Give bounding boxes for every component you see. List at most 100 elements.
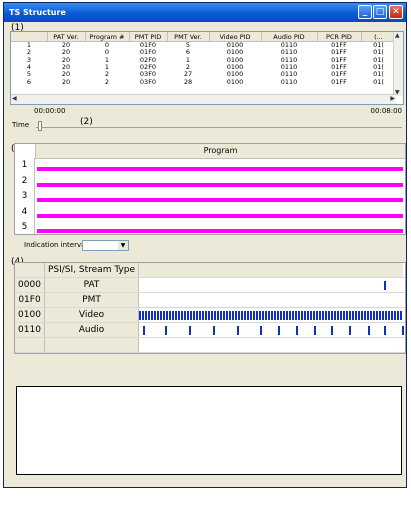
program-row[interactable]: 2 — [15, 173, 405, 190]
pid-table-header-6[interactable]: Audio PID — [261, 32, 318, 42]
stream-pid — [15, 338, 45, 352]
program-timeline-bar — [37, 229, 403, 233]
packet-tick — [349, 326, 351, 335]
pid-table-header-3[interactable]: PMT PID — [129, 32, 168, 42]
pid-table-header-2[interactable]: Program # — [85, 32, 130, 42]
stream-panel: PSI/SI, Stream Type 0000 PAT 01F0 PMT 0100 Vi… — [14, 262, 406, 354]
stream-row[interactable]: 0000 PAT — [15, 278, 405, 293]
packet-tick — [331, 326, 333, 335]
timeline-header-cell — [139, 263, 403, 277]
indication-interval-select[interactable]: ▼ — [82, 240, 129, 251]
program-number: 5 — [15, 220, 35, 236]
packet-tick — [296, 326, 298, 335]
pid-table-header-0[interactable] — [11, 32, 48, 42]
table-cell: 01( — [373, 77, 384, 86]
time-area: 00:00:00 00:08:00 Time (2) — [10, 107, 404, 143]
program-row[interactable]: 3 — [15, 189, 405, 205]
time-slider-track[interactable] — [36, 127, 402, 128]
minimize-button[interactable]: _ — [358, 5, 372, 19]
window-title: TS Structure — [9, 8, 66, 17]
stream-pid: 0100 — [15, 308, 45, 322]
program-number: 1 — [15, 158, 35, 174]
pid-table-header-4[interactable]: PMT Ver. — [167, 32, 210, 42]
ts-structure-window: TS Structure _ □ ✕ (1) PAT Ver. Program #… — [3, 2, 407, 488]
stream-type — [45, 338, 139, 352]
packet-tick — [143, 326, 145, 335]
packet-tick — [213, 326, 215, 335]
scroll-up-icon[interactable]: ▲ — [395, 32, 400, 39]
stream-type-header: PSI/SI, Stream Type — [45, 263, 139, 277]
program-row[interactable]: 5 — [15, 220, 405, 236]
program-panel: Program 12345 — [14, 143, 406, 236]
program-number: 3 — [15, 189, 35, 205]
program-timeline-bar — [37, 167, 403, 171]
stream-row[interactable]: 01F0 PMT — [15, 293, 405, 308]
program-timeline-bar — [37, 182, 403, 187]
stream-timeline — [139, 278, 403, 292]
table-vertical-scrollbar[interactable]: ▲ ▼ — [393, 32, 403, 96]
table-cell: 03F0 — [139, 77, 157, 86]
stream-timeline — [139, 308, 403, 322]
time-slider-thumb[interactable] — [38, 121, 42, 131]
stream-row[interactable]: 0100 Video — [15, 308, 405, 323]
packet-tick — [368, 326, 370, 335]
stream-pid: 0110 — [15, 323, 45, 337]
table-horizontal-scrollbar[interactable]: ◀ ▶ — [11, 94, 396, 104]
stream-pid: 0000 — [15, 278, 45, 292]
stream-pid: 01F0 — [15, 293, 45, 307]
table-cell: 2 — [104, 77, 110, 86]
scroll-right-icon[interactable]: ▶ — [390, 95, 395, 102]
table-cell: 0100 — [226, 77, 244, 86]
packet-tick — [189, 326, 191, 335]
packet-tick — [314, 326, 316, 335]
time-start: 00:00:00 — [34, 107, 66, 115]
table-cell: 28 — [183, 77, 193, 86]
program-header: Program — [35, 144, 405, 159]
pid-table-header-5[interactable]: Video PID — [209, 32, 262, 42]
video-packet-band — [139, 311, 403, 320]
stream-timeline — [139, 338, 403, 352]
stream-type: Video — [45, 308, 139, 322]
close-button[interactable]: ✕ — [389, 5, 403, 19]
chevron-down-icon[interactable]: ▼ — [118, 241, 128, 250]
program-timeline-bar — [37, 213, 403, 218]
program-number: 2 — [15, 173, 35, 190]
maximize-button[interactable]: □ — [373, 5, 387, 19]
stream-timeline — [139, 323, 404, 337]
indication-interval-label: Indication interval — [24, 241, 88, 249]
packet-tick — [402, 326, 404, 335]
stream-timeline — [139, 293, 403, 307]
table-cell: 0110 — [280, 77, 298, 86]
time-end: 00:08:00 — [370, 107, 402, 115]
stream-row[interactable]: 0110 Audio — [15, 323, 405, 338]
pid-table-header-1[interactable]: PAT Ver. — [47, 32, 86, 42]
table-cell: 01FF — [331, 77, 347, 86]
program-timeline-bar — [37, 198, 403, 202]
program-number: 4 — [15, 204, 35, 221]
packet-tick — [384, 326, 386, 335]
time-label: Time — [12, 121, 30, 129]
stream-row[interactable] — [15, 338, 405, 353]
table-cell: 6 — [26, 77, 32, 86]
stream-type: Audio — [45, 323, 139, 337]
title-bar[interactable]: TS Structure _ □ ✕ — [4, 3, 406, 22]
pid-table-header-7[interactable]: PCR PID — [317, 32, 362, 42]
packet-tick — [260, 326, 262, 335]
pid-table-header-8[interactable]: (... — [361, 32, 397, 42]
section-label-2: (2) — [78, 117, 95, 127]
stream-header-row: PSI/SI, Stream Type — [15, 263, 405, 278]
table-cell: 20 — [61, 77, 71, 86]
stream-type: PAT — [45, 278, 139, 292]
table-row[interactable]: 6 20 2 03F0 28 0100 0110 01FF 01( — [11, 78, 396, 85]
description-box — [16, 386, 402, 475]
program-row[interactable]: 4 — [15, 204, 405, 221]
stream-type: PMT — [45, 293, 139, 307]
program-row[interactable]: 1 — [15, 158, 405, 174]
packet-tick — [278, 326, 280, 335]
scroll-left-icon[interactable]: ◀ — [12, 95, 17, 102]
pid-table: PAT Ver. Program # PMT PID PMT Ver. Video PI… — [10, 31, 404, 105]
packet-tick — [237, 326, 239, 335]
packet-tick — [165, 326, 167, 335]
packet-tick — [384, 281, 386, 290]
pid-header-cell — [15, 263, 45, 277]
